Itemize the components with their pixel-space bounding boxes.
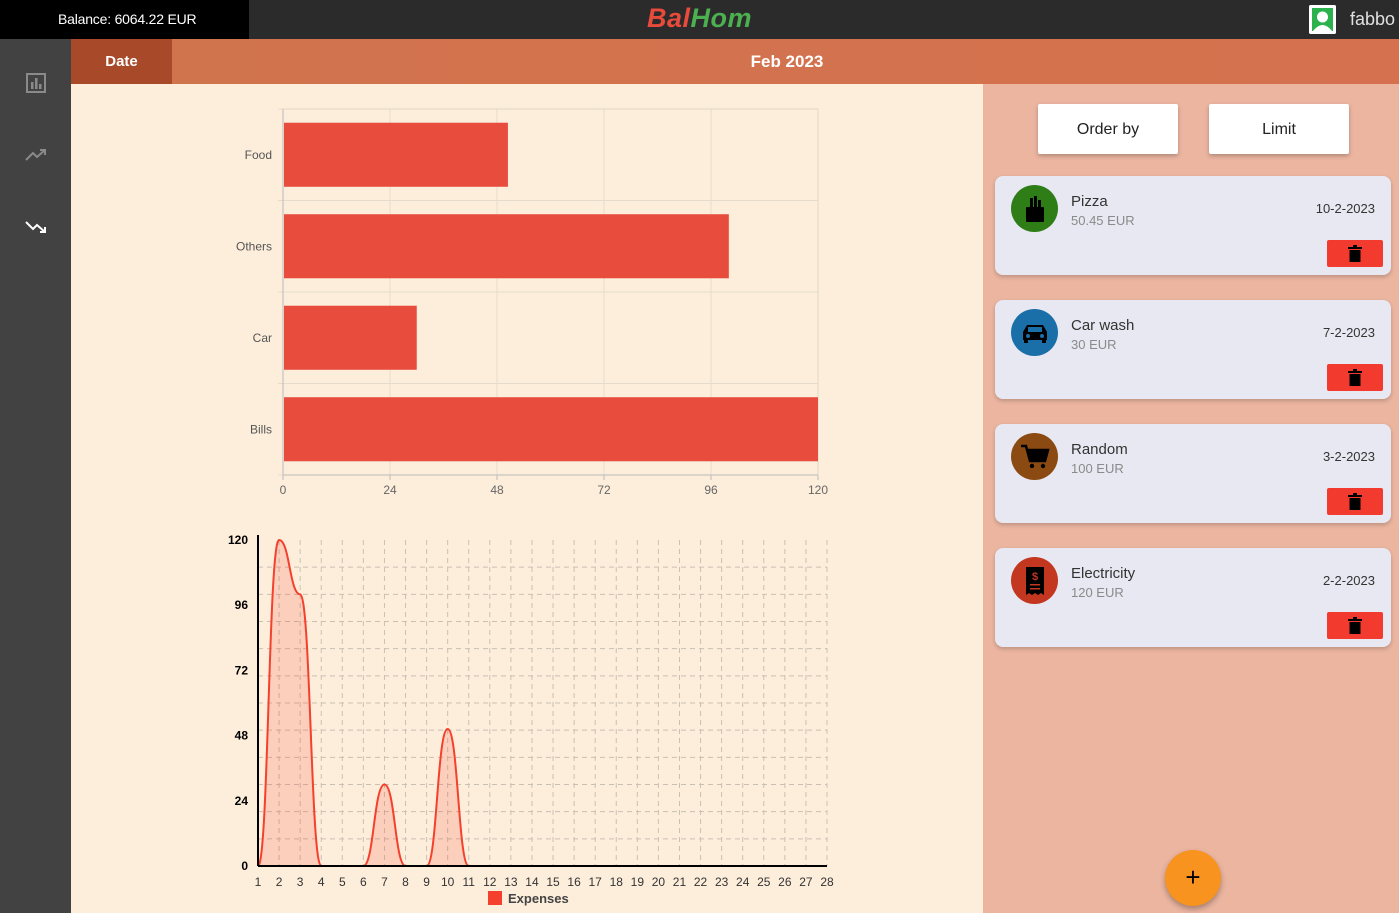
category-label: Car bbox=[253, 331, 272, 345]
username[interactable]: fabbo bbox=[1350, 9, 1395, 30]
period-title: Feb 2023 bbox=[750, 52, 824, 71]
legend-label: Expenses bbox=[508, 891, 569, 906]
bar-chart-icon[interactable] bbox=[22, 69, 50, 97]
y-tick-label: 24 bbox=[235, 794, 249, 808]
delete-button[interactable] bbox=[1327, 240, 1383, 267]
x-tick-label: 21 bbox=[673, 875, 687, 889]
x-tick-label: 7 bbox=[381, 875, 388, 889]
category-label: Others bbox=[236, 239, 272, 253]
grocery-bag-icon bbox=[1011, 185, 1058, 232]
x-tick-label: 14 bbox=[525, 875, 539, 889]
y-tick-label: 72 bbox=[235, 663, 249, 677]
x-tick-label: 48 bbox=[490, 483, 504, 497]
x-tick-label: 9 bbox=[423, 875, 430, 889]
x-tick-label: 18 bbox=[610, 875, 624, 889]
x-tick-label: 26 bbox=[778, 875, 792, 889]
y-tick-label: 96 bbox=[235, 598, 249, 612]
expense-name: Electricity bbox=[1071, 565, 1136, 582]
category-bar-chart: 0 24 48 72 96 120 Food Others Car Bills bbox=[236, 108, 828, 497]
expense-name: Pizza bbox=[1071, 193, 1108, 210]
expense-name: Random bbox=[1071, 441, 1128, 458]
x-tick-label: 96 bbox=[704, 483, 718, 497]
logo-part-bal: Bal bbox=[646, 3, 691, 33]
expense-amount: 50.45 EUR bbox=[1071, 213, 1135, 228]
y-tick-label: 120 bbox=[228, 533, 248, 547]
x-tick-label: 22 bbox=[694, 875, 708, 889]
trash-icon bbox=[1348, 245, 1362, 262]
x-tick-label: 17 bbox=[589, 875, 603, 889]
limit-button[interactable]: Limit bbox=[1209, 104, 1349, 154]
bar-bills bbox=[284, 397, 818, 462]
expense-card[interactable]: $ Electricity 120 EUR 2-2-2023 bbox=[995, 548, 1391, 647]
add-expense-button[interactable]: + bbox=[1165, 850, 1221, 906]
app-logo: BalHom bbox=[0, 3, 1399, 34]
expense-amount: 30 EUR bbox=[1071, 337, 1117, 352]
user-menu[interactable]: fabbo bbox=[1308, 0, 1399, 39]
expense-amount: 100 EUR bbox=[1071, 461, 1124, 476]
x-tick-label: 15 bbox=[546, 875, 560, 889]
order-by-button[interactable]: Order by bbox=[1038, 104, 1178, 154]
x-tick-label: 5 bbox=[339, 875, 346, 889]
trending-up-icon[interactable] bbox=[22, 141, 50, 169]
bar-food bbox=[284, 122, 508, 187]
avatar-icon[interactable] bbox=[1308, 5, 1336, 34]
x-tick-label: 20 bbox=[652, 875, 666, 889]
expense-name: Car wash bbox=[1071, 317, 1135, 334]
x-tick-label: 1 bbox=[255, 875, 262, 889]
car-icon bbox=[1011, 309, 1058, 356]
x-tick-label: 8 bbox=[402, 875, 409, 889]
x-tick-label: 72 bbox=[597, 483, 611, 497]
x-tick-label: 6 bbox=[360, 875, 367, 889]
x-tick-label: 16 bbox=[567, 875, 581, 889]
logo-part-hom: Hom bbox=[690, 3, 753, 33]
x-tick-label: 28 bbox=[820, 875, 834, 889]
expense-card[interactable]: Random 100 EUR 3-2-2023 bbox=[995, 424, 1391, 523]
x-tick-label: 120 bbox=[808, 483, 828, 497]
x-tick-label: 27 bbox=[799, 875, 813, 889]
expense-card[interactable]: Pizza 50.45 EUR 10-2-2023 bbox=[995, 176, 1391, 275]
expense-date: 3-2-2023 bbox=[1322, 449, 1375, 464]
delete-button[interactable] bbox=[1327, 364, 1383, 391]
y-tick-label: 48 bbox=[235, 729, 249, 743]
x-tick-label: 25 bbox=[757, 875, 771, 889]
x-tick-label: 0 bbox=[280, 483, 287, 497]
x-tick-label: 4 bbox=[318, 875, 325, 889]
legend-swatch bbox=[488, 891, 502, 905]
x-tick-label: 23 bbox=[715, 875, 729, 889]
top-bar: Balance: 6064.22 EUR BalHom fabbo bbox=[0, 0, 1399, 39]
bar-others bbox=[284, 214, 729, 279]
expense-date: 7-2-2023 bbox=[1322, 325, 1375, 340]
x-tick-label: 11 bbox=[463, 875, 476, 889]
receipt-icon: $ bbox=[1011, 557, 1058, 604]
x-tick-label: 13 bbox=[504, 875, 518, 889]
x-tick-label: 24 bbox=[736, 875, 750, 889]
sidebar bbox=[0, 39, 71, 913]
expense-card[interactable]: Car wash 30 EUR 7-2-2023 bbox=[995, 300, 1391, 399]
y-tick-label: 0 bbox=[241, 859, 248, 873]
delete-button[interactable] bbox=[1327, 612, 1383, 639]
x-tick-label: 10 bbox=[441, 875, 455, 889]
trending-down-icon[interactable] bbox=[22, 213, 50, 241]
trash-icon bbox=[1348, 493, 1362, 510]
category-label: Food bbox=[245, 148, 272, 162]
x-tick-label: 24 bbox=[383, 483, 397, 497]
category-label: Bills bbox=[250, 422, 272, 436]
expense-date: 10-2-2023 bbox=[1315, 201, 1375, 216]
x-tick-label: 3 bbox=[297, 875, 304, 889]
bar-car bbox=[284, 305, 417, 370]
trash-icon bbox=[1348, 369, 1362, 386]
x-tick-label: 19 bbox=[631, 875, 645, 889]
daily-expenses-area-chart: 0244872961201 2 3 4 5 6 7 8 9 10 11 12 13 14 15 16 17 18 1… bbox=[228, 533, 834, 906]
delete-button[interactable] bbox=[1327, 488, 1383, 515]
expense-amount: 120 EUR bbox=[1071, 585, 1124, 600]
x-tick-label: 12 bbox=[483, 875, 497, 889]
expense-date: 2-2-2023 bbox=[1322, 573, 1375, 588]
shopping-cart-icon bbox=[1011, 433, 1058, 480]
trash-icon bbox=[1348, 617, 1362, 634]
x-tick-label: 2 bbox=[276, 875, 283, 889]
svg-text:$: $ bbox=[1031, 571, 1037, 583]
